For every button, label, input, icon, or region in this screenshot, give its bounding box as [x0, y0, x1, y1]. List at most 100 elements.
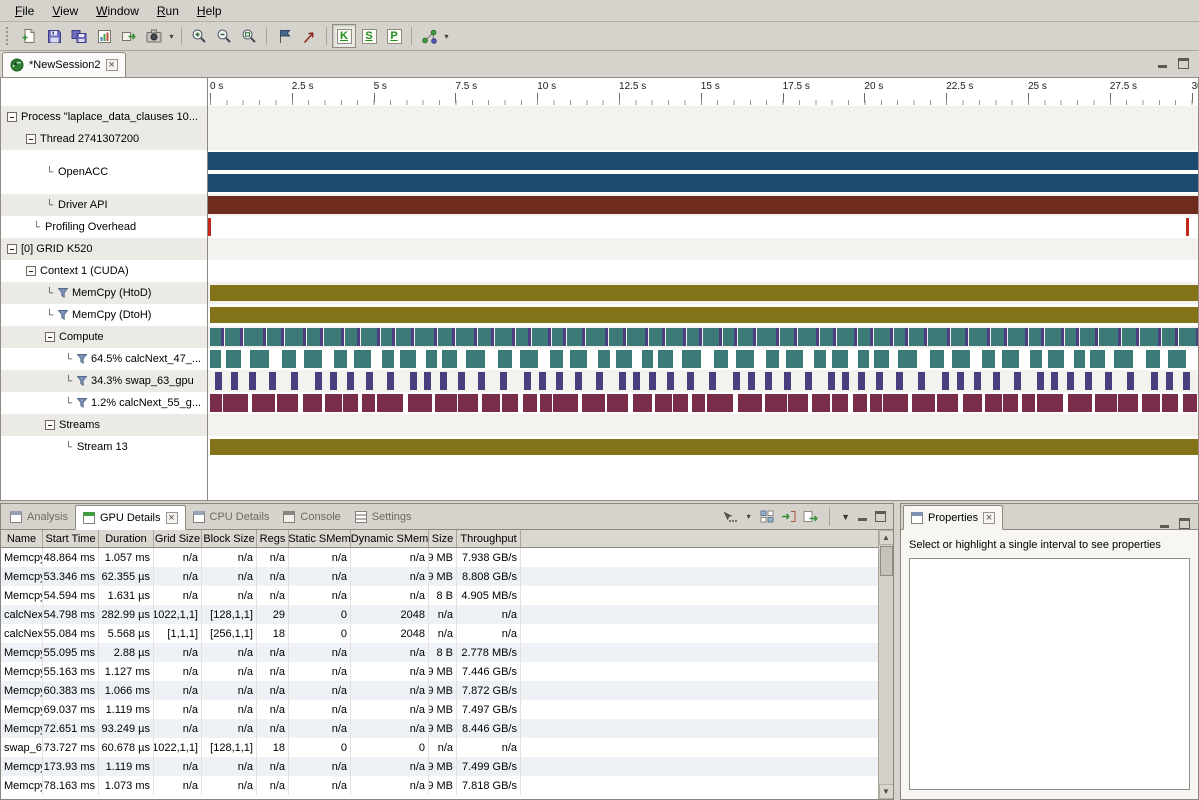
timeline-bar-segment[interactable]: [709, 372, 716, 390]
timeline-bar-segment[interactable]: [985, 394, 1002, 412]
timeline-bar-segment[interactable]: [458, 394, 478, 412]
timeline-bar-segment[interactable]: [1048, 350, 1064, 368]
timeline-bar-segment[interactable]: [1122, 328, 1136, 346]
timeline-ruler[interactable]: 0 s2.5 s5 s7.5 s10 s12.5 s15 s17.5 s20 s…: [1, 78, 1198, 106]
overhead-tick[interactable]: [1186, 218, 1189, 236]
timeline-bar-segment[interactable]: [991, 328, 1004, 346]
analysis-button[interactable]: [417, 24, 441, 48]
timeline-bar-segment[interactable]: [832, 350, 848, 368]
timeline-bar-segment[interactable]: [582, 394, 605, 412]
timeline-bar-segment[interactable]: [1030, 350, 1042, 368]
timeline-bar-segment[interactable]: [673, 394, 688, 412]
column-header-duration[interactable]: Duration: [99, 530, 154, 547]
timeline-bar-segment[interactable]: [512, 328, 515, 346]
timeline-bar-segment[interactable]: [400, 350, 416, 368]
timeline-bar-segment[interactable]: [252, 394, 275, 412]
timeline-bar-segment[interactable]: [854, 328, 857, 346]
timeline-bar-segment[interactable]: [343, 394, 358, 412]
timeline-bar-segment[interactable]: [225, 328, 240, 346]
timeline-bar-segment[interactable]: [924, 328, 927, 346]
timeline-bar-segment[interactable]: [928, 328, 947, 346]
timeline-bar-segment[interactable]: [1025, 328, 1028, 346]
column-header-name[interactable]: Name: [1, 530, 43, 547]
timeline-bar-segment[interactable]: [478, 328, 491, 346]
capture-dropdown-caret-icon[interactable]: ▾: [167, 32, 176, 41]
timeline-bar-segment[interactable]: [633, 372, 640, 390]
timeline-bar-segment[interactable]: [596, 372, 603, 390]
timeline-bar-segment[interactable]: [244, 328, 263, 346]
timeline-bar-segment[interactable]: [1037, 372, 1044, 390]
timeline-bar-segment[interactable]: [776, 328, 779, 346]
timeline-bar-segment[interactable]: [231, 372, 238, 390]
table-row[interactable]: swap_63173.727 ms60.678 µs[1022,1,1][128…: [1, 738, 878, 757]
timeline-bar-segment[interactable]: [874, 328, 890, 346]
timeline-bar-segment[interactable]: [1166, 372, 1173, 390]
timeline-bar-segment[interactable]: [502, 394, 518, 412]
timeline-bar-segment[interactable]: [951, 328, 965, 346]
timeline-bar-segment[interactable]: [1127, 372, 1134, 390]
timeline-bar-segment[interactable]: [553, 394, 578, 412]
timeline-bar-segment[interactable]: [354, 350, 371, 368]
timeline-bar-segment[interactable]: [937, 394, 958, 412]
timeline-bar-segment[interactable]: [942, 372, 949, 390]
timeline-bar-segment[interactable]: [683, 328, 686, 346]
filter-funnel-icon[interactable]: [58, 288, 68, 298]
timeline-bar-segment[interactable]: [896, 372, 903, 390]
timeline-bar-segment[interactable]: [210, 328, 221, 346]
timeline-bar-segment[interactable]: [1076, 328, 1079, 346]
tab-analysis[interactable]: Analysis: [3, 504, 75, 529]
timeline-bar-segment[interactable]: [1183, 372, 1190, 390]
timeline-bar-segment[interactable]: [780, 328, 794, 346]
timeline-bar-segment[interactable]: [952, 350, 970, 368]
timeline-lane-context-1[interactable]: [208, 260, 1198, 282]
timeline-tree-item-openacc[interactable]: └OpenACC: [1, 150, 208, 194]
timeline-tree-item-compute[interactable]: Compute: [1, 326, 208, 348]
timeline-bar-segment[interactable]: [605, 328, 608, 346]
filter-funnel-icon[interactable]: [77, 354, 87, 364]
timeline-bar-segment[interactable]: [263, 328, 266, 346]
timeline-bar-segment[interactable]: [898, 350, 917, 368]
timeline-ruler-scale[interactable]: 0 s2.5 s5 s7.5 s10 s12.5 s15 s17.5 s20 s…: [208, 78, 1198, 106]
timeline-bar-segment[interactable]: [567, 328, 582, 346]
timeline-bar-segment[interactable]: [582, 328, 585, 346]
timeline-lane-thread[interactable]: [208, 128, 1198, 150]
timeline-bar-segment[interactable]: [870, 328, 873, 346]
timeline-bar-segment[interactable]: [381, 328, 392, 346]
collapse-minus-icon[interactable]: [45, 332, 55, 342]
table-row[interactable]: Memcpy155.163 ms1.127 msn/an/an/an/an/a9…: [1, 662, 878, 681]
menu-view[interactable]: View: [43, 2, 87, 20]
timeline-tree-item-kernel-swap63[interactable]: └34.3% swap_63_gpu: [1, 370, 208, 392]
timeline-bar-segment[interactable]: [598, 350, 610, 368]
timeline-bar-segment[interactable]: [814, 350, 826, 368]
report-button[interactable]: [92, 24, 116, 48]
timeline-bar-segment[interactable]: [734, 328, 737, 346]
timeline-bar-segment[interactable]: [550, 350, 563, 368]
timeline-bar-segment[interactable]: [410, 372, 417, 390]
export-button[interactable]: [117, 24, 141, 48]
timeline-bar-segment[interactable]: [765, 394, 787, 412]
timeline-lane-driver-api[interactable]: [208, 194, 1198, 216]
timeline-bar-segment[interactable]: [1136, 328, 1139, 346]
timeline-lane-compute[interactable]: [208, 326, 1198, 348]
table-row[interactable]: Memcpy173.93 ms1.119 msn/an/an/an/an/a9 …: [1, 757, 878, 776]
timeline-bar-segment[interactable]: [965, 328, 968, 346]
timeline-bar-segment[interactable]: [890, 328, 893, 346]
timeline-bar-segment[interactable]: [982, 350, 995, 368]
timeline-bar-segment[interactable]: [1080, 328, 1095, 346]
timeline-bar-segment[interactable]: [223, 394, 248, 412]
timeline-bar-segment[interactable]: [277, 394, 298, 412]
filter-funnel-icon[interactable]: [58, 310, 68, 320]
scroll-thumb[interactable]: [880, 546, 893, 576]
timeline-bar-segment[interactable]: [963, 394, 982, 412]
timeline-bar-segment[interactable]: [1008, 328, 1025, 346]
table-row[interactable]: Memcpy148.864 ms1.057 msn/an/an/an/an/a9…: [1, 548, 878, 567]
timeline-bar-segment[interactable]: [1029, 328, 1041, 346]
scroll-up-button[interactable]: ▲: [879, 530, 894, 545]
timeline-bar-segment[interactable]: [912, 394, 935, 412]
timeline-bar-segment[interactable]: [957, 372, 964, 390]
vertical-scrollbar[interactable]: ▲ ▼: [878, 530, 893, 799]
timeline-bar-segment[interactable]: [1014, 372, 1021, 390]
timeline-bar-segment[interactable]: [347, 372, 354, 390]
timeline-bar-segment[interactable]: [738, 394, 762, 412]
timeline-tree-item-driver-api[interactable]: └Driver API: [1, 194, 208, 216]
